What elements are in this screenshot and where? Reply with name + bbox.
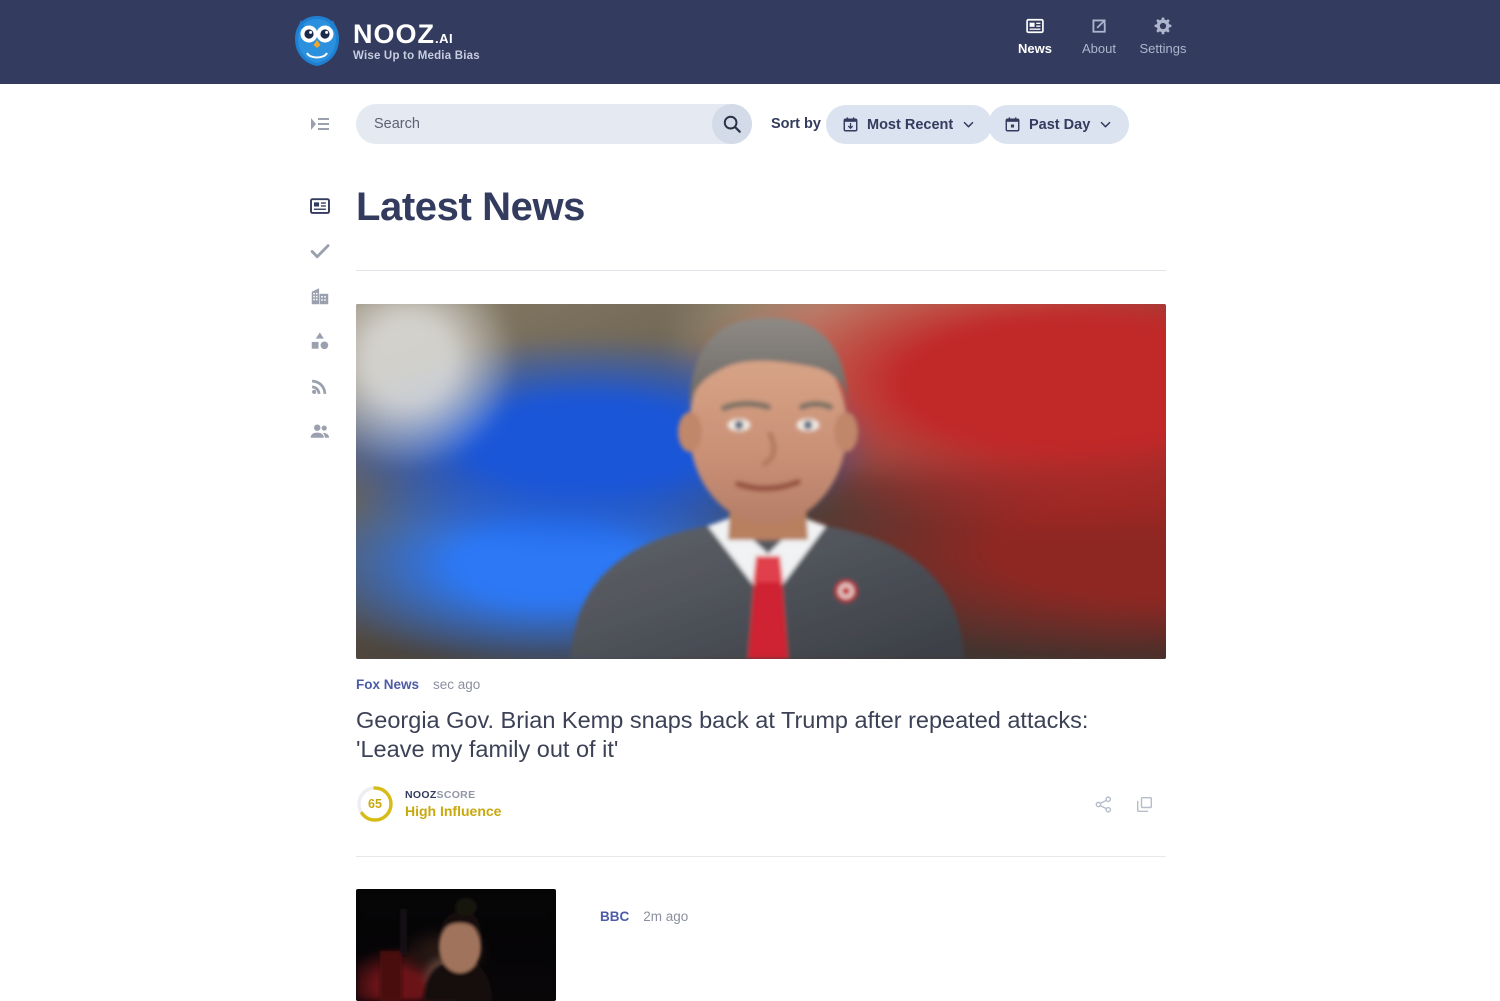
main-nav: News About Settings [1003, 16, 1195, 56]
sidebar-item-categories[interactable] [306, 327, 334, 355]
sort-dropdown-value: Most Recent [867, 116, 954, 133]
page-title: Latest News [356, 185, 586, 229]
brand-text: NOOZ.AI Wise Up to Media Bias [353, 18, 480, 63]
brand-suffix: .AI [435, 30, 454, 46]
nooz-score[interactable]: 65 NOOZSCORE High Influence [356, 785, 501, 823]
article-headline[interactable]: Georgia Gov. Brian Kemp snaps back at Tr… [356, 706, 1146, 763]
article-actions [1094, 795, 1166, 814]
nav-label-about: About [1082, 41, 1116, 56]
brand-tagline: Wise Up to Media Bias [353, 50, 480, 63]
search-icon [723, 115, 741, 133]
article-source[interactable]: Fox News [356, 677, 419, 692]
shapes-icon [311, 332, 329, 350]
sort-dropdown[interactable]: Most Recent [826, 105, 993, 144]
building-icon [311, 288, 329, 305]
app-header: NOOZ.AI Wise Up to Media Bias News About [0, 0, 1500, 84]
chevron-down-icon [1100, 121, 1111, 128]
nav-item-news[interactable]: News [1003, 16, 1067, 56]
owl-icon [295, 16, 339, 66]
article-thumbnail[interactable] [356, 889, 556, 1001]
article-meta: BBC 2m ago [600, 909, 688, 924]
sidebar-item-fact-check[interactable] [306, 237, 334, 265]
sidebar-toggle-button[interactable] [308, 112, 332, 136]
date-range-dropdown[interactable]: Past Day [988, 105, 1130, 144]
score-kicker-bold: NOOZ [405, 789, 437, 802]
nav-label-news: News [1018, 41, 1052, 56]
people-icon [310, 424, 330, 438]
score-text: NOOZSCORE High Influence [405, 789, 501, 819]
chevron-down-icon [963, 121, 974, 128]
article-source[interactable]: BBC [600, 909, 629, 924]
article-card: BBC 2m ago [356, 857, 1166, 1001]
brand-name: NOOZ.AI [353, 18, 454, 49]
sidebar-item-business[interactable] [306, 282, 334, 310]
check-icon [310, 244, 330, 259]
sidebar-item-feeds[interactable] [306, 372, 334, 400]
article-card: Fox News sec ago Georgia Gov. Brian Kemp… [356, 271, 1166, 823]
date-range-value: Past Day [1029, 116, 1091, 133]
article-footer: 65 NOOZSCORE High Influence [356, 785, 1166, 823]
score-kicker: NOOZSCORE [405, 789, 501, 801]
article-meta: Fox News sec ago [356, 677, 1166, 692]
sidebar-item-sources[interactable] [306, 417, 334, 445]
search-input[interactable] [356, 116, 712, 132]
calendar-sort-icon [843, 117, 858, 132]
article-body: BBC 2m ago [600, 889, 688, 1001]
score-ring: 65 [356, 785, 394, 823]
nav-item-settings[interactable]: Settings [1131, 16, 1195, 56]
sort-by-label: Sort by [771, 116, 821, 132]
hero-person-figure [571, 318, 964, 659]
article-timestamp: sec ago [433, 677, 481, 692]
article-icon [1026, 18, 1044, 34]
nav-item-about[interactable]: About [1067, 16, 1131, 56]
score-value: 65 [368, 797, 382, 812]
article-timestamp: 2m ago [643, 909, 689, 925]
article-hero-image[interactable] [356, 304, 1166, 659]
search-bar[interactable] [356, 104, 752, 144]
search-button[interactable] [712, 104, 752, 144]
gear-icon [1154, 17, 1172, 35]
menu-open-icon [311, 118, 329, 130]
share-icon[interactable] [1094, 795, 1113, 814]
external-link-icon [1092, 19, 1106, 33]
sidebar-item-news[interactable] [306, 192, 334, 220]
nav-label-settings: Settings [1139, 41, 1187, 56]
copy-icon[interactable] [1135, 795, 1154, 814]
score-label: High Influence [405, 803, 502, 820]
thumbnail-person-figure [380, 898, 492, 1001]
article-icon [310, 198, 330, 214]
main-content: Latest News Fox News sec ago Georgia Gov… [356, 180, 1166, 1001]
left-sidebar [306, 192, 334, 445]
score-kicker-light: SCORE [436, 789, 476, 802]
rss-icon [312, 379, 327, 394]
calendar-icon [1005, 117, 1020, 132]
brand-logo[interactable]: NOOZ.AI Wise Up to Media Bias [291, 14, 480, 68]
